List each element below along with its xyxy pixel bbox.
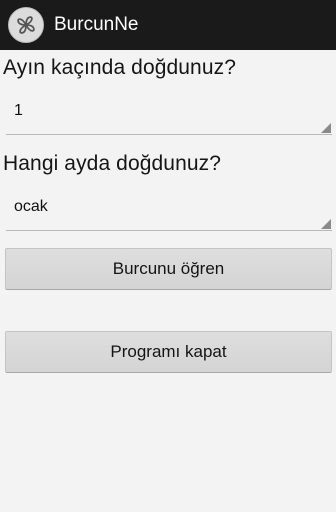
action-bar: BurcunNe [0,0,336,50]
spinner-dropdown-icon [321,219,331,229]
close-program-button[interactable]: Programı kapat [5,331,332,373]
day-question-label: Ayın kaçında doğdunuz? [3,56,236,79]
month-question-label: Hangi ayda doğdunuz? [3,152,222,175]
day-spinner[interactable]: 1 [6,92,332,135]
main-content: Ayın kaçında doğdunuz? 1 Hangi ayda doğd… [0,50,336,512]
spinner-dropdown-icon [321,123,331,133]
month-spinner[interactable]: ocak [6,188,332,231]
app-title: BurcunNe [54,14,139,35]
find-sign-button[interactable]: Burcunu öğren [5,248,332,290]
day-spinner-value: 1 [14,102,23,119]
app-logo-icon[interactable] [8,7,44,43]
month-spinner-value: ocak [14,198,48,215]
